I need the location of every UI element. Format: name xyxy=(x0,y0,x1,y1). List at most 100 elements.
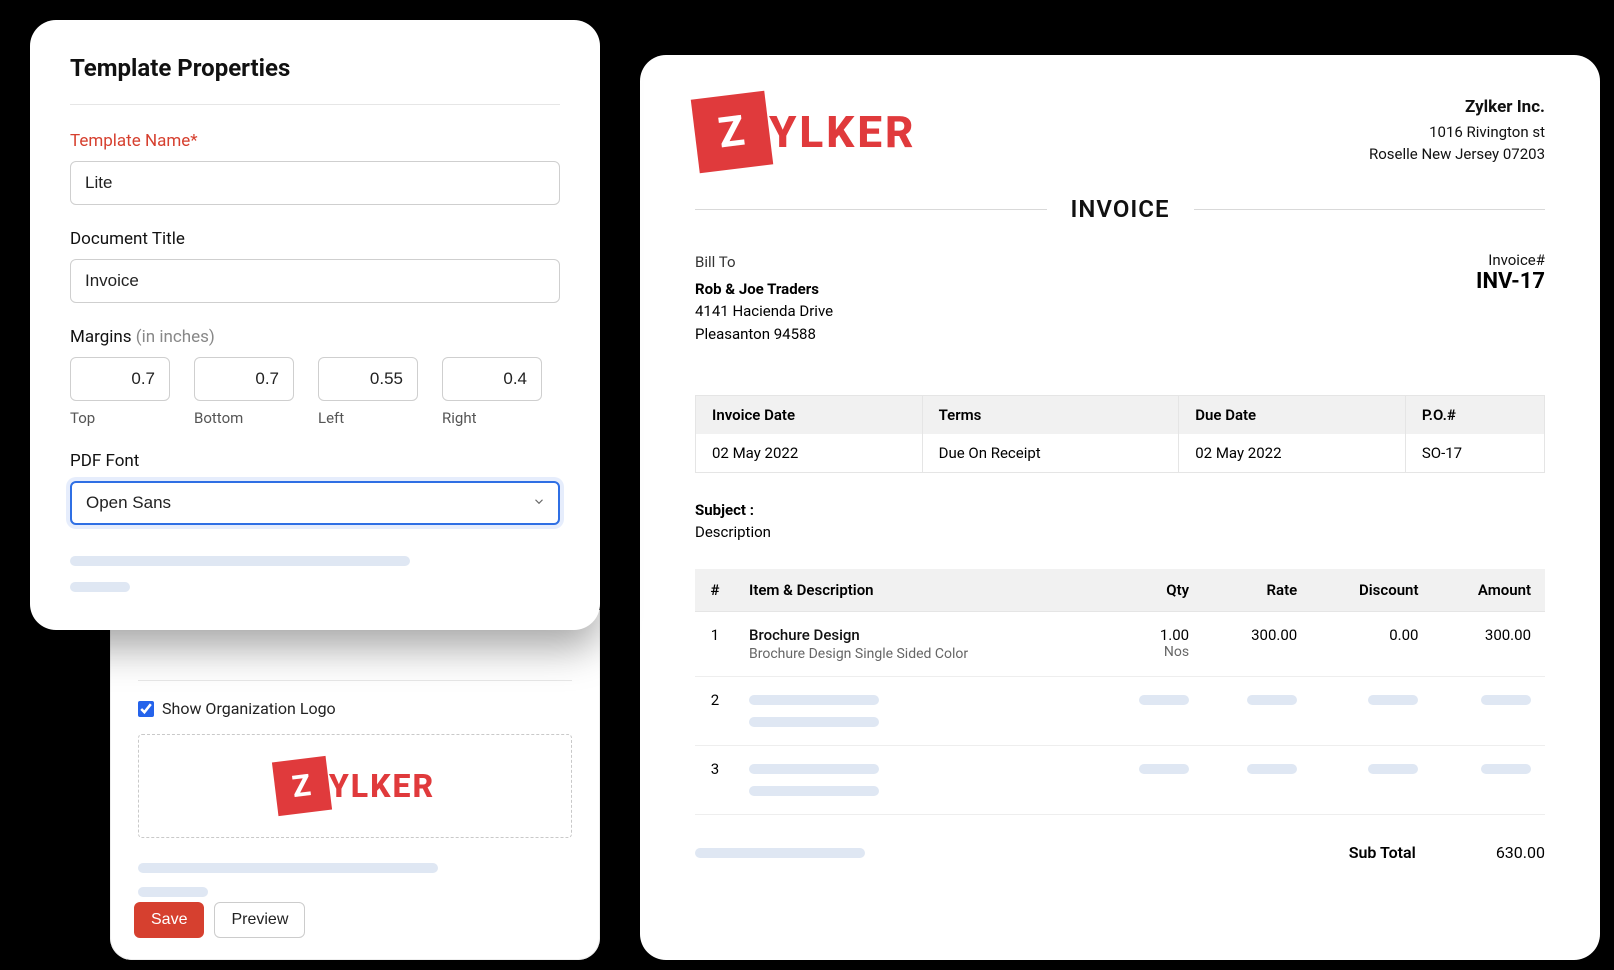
placeholder-icon xyxy=(138,887,208,897)
logo-word: YLKER xyxy=(329,767,435,805)
placeholder-icon xyxy=(138,863,438,873)
table-row: 3 xyxy=(695,746,1545,815)
items-head-disc: Discount xyxy=(1311,569,1432,612)
preview-button[interactable]: Preview xyxy=(214,902,305,938)
company-address: Zylker Inc. 1016 Rivington st Roselle Ne… xyxy=(1369,95,1545,166)
placeholder-icon xyxy=(1481,764,1531,774)
zylker-logo: Z YLKER xyxy=(275,759,435,813)
placeholder-icon xyxy=(1481,695,1531,705)
bill-to-line2: Pleasanton 94588 xyxy=(695,323,833,346)
placeholder-icon xyxy=(749,717,879,727)
meta-head-date: Invoice Date xyxy=(696,396,923,435)
placeholder-icon xyxy=(1368,764,1418,774)
bill-to-block: Bill To Rob & Joe Traders 4141 Hacienda … xyxy=(695,251,833,345)
subject-value: Description xyxy=(695,523,1545,541)
placeholder-icon xyxy=(695,848,865,858)
row-num: 3 xyxy=(695,746,735,815)
bill-to-label: Bill To xyxy=(695,251,833,274)
show-logo-checkbox[interactable] xyxy=(138,701,154,717)
row-num: 1 xyxy=(695,612,735,677)
table-row: 2 xyxy=(695,677,1545,746)
divider xyxy=(695,209,1047,210)
company-line1: 1016 Rivington st xyxy=(1369,121,1545,144)
placeholder-icon xyxy=(1247,764,1297,774)
template-name-input[interactable] xyxy=(70,161,560,205)
table-row: 1 Brochure Design Brochure Design Single… xyxy=(695,612,1545,677)
divider xyxy=(1194,209,1546,210)
meta-head-terms: Terms xyxy=(922,396,1179,435)
logo-tile: Z xyxy=(691,91,773,173)
margins-label-text: Margins xyxy=(70,327,132,347)
subject-label: Subject : xyxy=(695,501,1545,519)
company-name: Zylker Inc. xyxy=(1369,95,1545,121)
margin-right-label: Right xyxy=(442,409,542,427)
placeholder-icon xyxy=(1139,695,1189,705)
divider xyxy=(138,680,572,681)
invoice-number: INV-17 xyxy=(1476,269,1545,294)
meta-head-po: P.O.# xyxy=(1405,396,1544,435)
margins-unit: (in inches) xyxy=(136,327,215,347)
subject-block: Subject : Description xyxy=(695,501,1545,541)
meta-head-due: Due Date xyxy=(1179,396,1406,435)
margin-right-input[interactable] xyxy=(442,357,542,401)
panel-title: Template Properties xyxy=(70,54,560,82)
invoice-number-label: Invoice# xyxy=(1476,251,1545,269)
save-button[interactable]: Save xyxy=(134,902,204,938)
margin-left-input[interactable] xyxy=(318,357,418,401)
invoice-meta-table: Invoice Date Terms Due Date P.O.# 02 May… xyxy=(695,395,1545,473)
placeholder-icon xyxy=(1247,695,1297,705)
subtotal-value: 630.00 xyxy=(1496,843,1545,862)
margin-left-label: Left xyxy=(318,409,418,427)
template-name-label: Template Name* xyxy=(70,131,560,151)
margins-label: Margins (in inches) xyxy=(70,327,560,347)
document-title-input[interactable] xyxy=(70,259,560,303)
margin-top-input[interactable] xyxy=(70,357,170,401)
pdf-font-label: PDF Font xyxy=(70,451,560,471)
divider xyxy=(70,104,560,105)
items-head-item: Item & Description xyxy=(735,569,1095,612)
items-head-qty: Qty xyxy=(1095,569,1203,612)
pdf-font-value[interactable] xyxy=(70,481,560,525)
invoice-title: INVOICE xyxy=(1071,195,1170,223)
items-head-rate: Rate xyxy=(1203,569,1311,612)
show-logo-row[interactable]: Show Organization Logo xyxy=(138,699,572,718)
placeholder-icon xyxy=(70,582,130,592)
row-rate: 300.00 xyxy=(1203,612,1311,677)
bill-to-name: Rob & Joe Traders xyxy=(695,278,833,301)
company-line2: Roselle New Jersey 07203 xyxy=(1369,143,1545,166)
items-table: # Item & Description Qty Rate Discount A… xyxy=(695,569,1545,815)
zylker-logo: Z YLKER xyxy=(695,95,916,169)
items-head-num: # xyxy=(695,569,735,612)
document-title-label: Document Title xyxy=(70,229,560,249)
row-num: 2 xyxy=(695,677,735,746)
margin-bottom-label: Bottom xyxy=(194,409,294,427)
placeholder-icon xyxy=(70,556,410,566)
placeholder-icon xyxy=(749,786,879,796)
margin-bottom-input[interactable] xyxy=(194,357,294,401)
template-lower-panel: Show Organization Logo Z YLKER Save Prev… xyxy=(110,610,600,960)
row-disc: 0.00 xyxy=(1311,612,1432,677)
row-qty-unit: Nos xyxy=(1109,644,1189,660)
invoice-number-block: Invoice# INV-17 xyxy=(1476,251,1545,345)
row-amount: 300.00 xyxy=(1432,612,1545,677)
logo-tile: Z xyxy=(272,756,332,816)
logo-preview-box[interactable]: Z YLKER xyxy=(138,734,572,838)
subtotal-label: Sub Total xyxy=(1349,843,1416,862)
template-properties-panel: Template Properties Template Name* Docum… xyxy=(30,20,600,630)
meta-val-po: SO-17 xyxy=(1405,434,1544,473)
placeholder-icon xyxy=(749,695,879,705)
pdf-font-select[interactable] xyxy=(70,481,560,525)
show-logo-label: Show Organization Logo xyxy=(162,699,336,718)
logo-word: YLKER xyxy=(769,106,916,158)
row-item-desc: Brochure Design Single Sided Color xyxy=(749,646,1081,662)
margin-top-label: Top xyxy=(70,409,170,427)
invoice-preview: Z YLKER Zylker Inc. 1016 Rivington st Ro… xyxy=(640,55,1600,960)
meta-val-due: 02 May 2022 xyxy=(1179,434,1406,473)
row-item-name: Brochure Design xyxy=(749,626,1081,644)
placeholder-icon xyxy=(749,764,879,774)
bill-to-line1: 4141 Hacienda Drive xyxy=(695,300,833,323)
row-qty: 1.00 xyxy=(1109,626,1189,644)
meta-val-date: 02 May 2022 xyxy=(696,434,923,473)
placeholder-icon xyxy=(1139,764,1189,774)
meta-val-terms: Due On Receipt xyxy=(922,434,1179,473)
